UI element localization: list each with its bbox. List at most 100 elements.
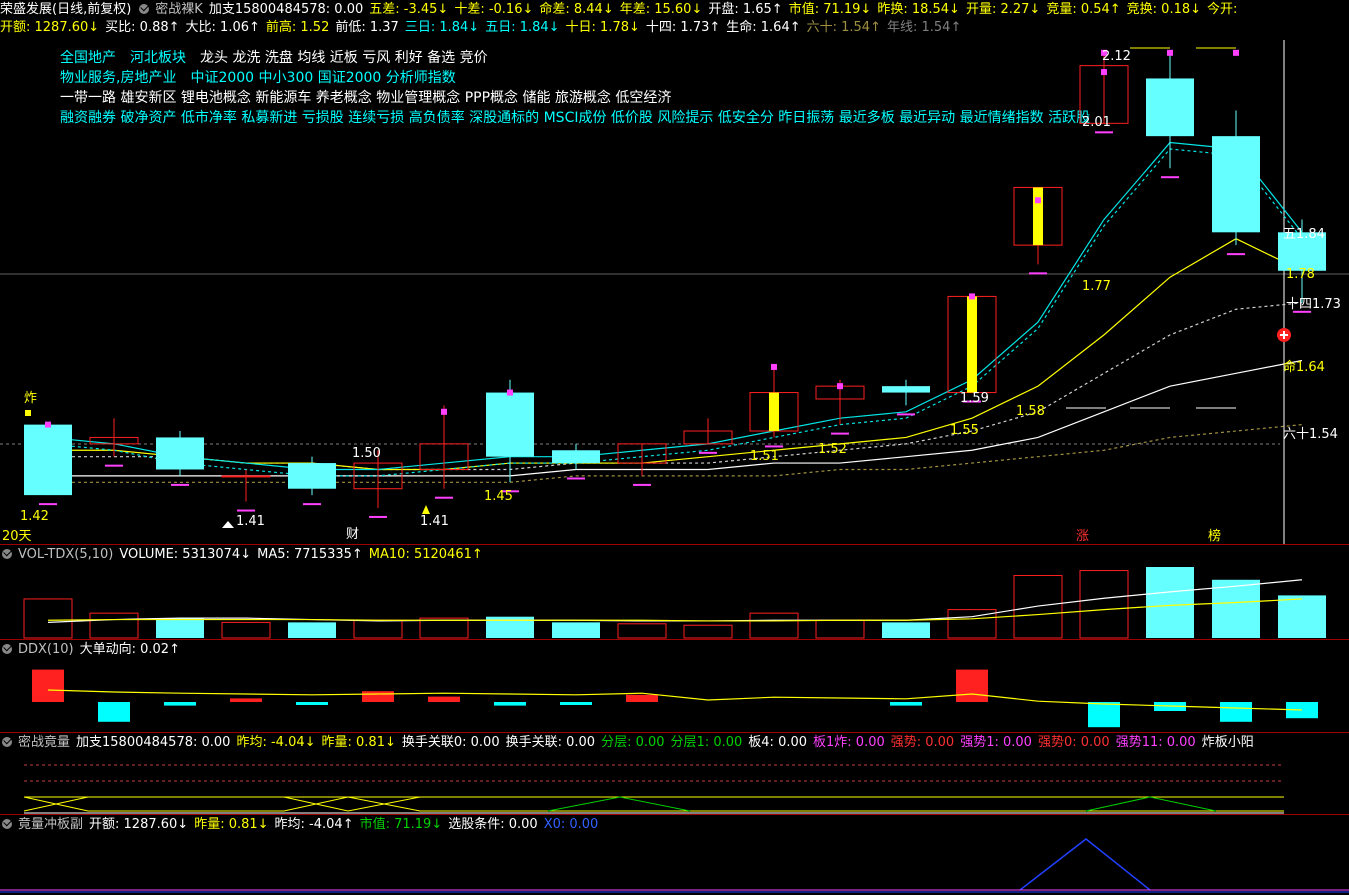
- ddx-bar: [164, 702, 196, 706]
- candle-body: [156, 437, 204, 470]
- ddx-bar: [362, 691, 394, 702]
- ddx-bar: [890, 702, 922, 706]
- chart-label: 20天: [2, 529, 32, 544]
- ddx-bar: [560, 702, 592, 705]
- candle-body: [288, 463, 336, 489]
- price-chart[interactable]: 2.12 2.01 1.77 1.78 五1.84 十四1.73 命1.64 六十1.54 1.…: [0, 0, 1349, 545]
- marker-dash: [897, 413, 915, 416]
- limit-bar: [967, 296, 977, 393]
- marker-dot: [1167, 49, 1173, 56]
- cb-blue-peak: [1019, 838, 1151, 891]
- jingliang-chart[interactable]: [0, 733, 1349, 815]
- star-icon: [422, 505, 430, 514]
- chart-label: 1.55: [950, 423, 979, 438]
- chart-label: 1.59: [960, 391, 989, 406]
- candle-body: [552, 450, 600, 464]
- chart-label: 命1.64: [1283, 359, 1325, 375]
- volume-bar: [683, 624, 733, 639]
- vol-ma5-line: [47, 579, 1303, 623]
- volume-bar: [353, 619, 403, 639]
- ddx-bar: [296, 702, 328, 705]
- ddx-bar: [428, 696, 460, 702]
- ddx-chart[interactable]: [0, 640, 1349, 732]
- volume-bar: [1212, 579, 1260, 638]
- ddx-bar: [494, 702, 526, 706]
- marker-dot: [837, 383, 843, 390]
- marker-dot: [771, 363, 777, 370]
- ddx-bar: [98, 702, 130, 722]
- ddx-bar: [230, 698, 262, 702]
- volume-bar: [221, 621, 271, 639]
- candle-body: [1212, 136, 1260, 233]
- marker-dash: [171, 483, 189, 486]
- marker-dot: [1101, 69, 1107, 76]
- marker-dot: [1035, 197, 1041, 204]
- ma10-line: [48, 238, 1303, 471]
- marker-dash: [237, 509, 255, 512]
- volume-bar: [89, 612, 139, 639]
- marker-dot: [969, 293, 975, 300]
- chart-label: 1.45: [484, 489, 513, 504]
- ddx-bar: [32, 669, 64, 702]
- marker-dot: [25, 410, 31, 416]
- chart-label: 涨: [1076, 529, 1089, 544]
- ma5-dash-line: [47, 148, 1303, 477]
- volume-bar: [815, 619, 865, 639]
- chart-label: 1.41: [236, 514, 265, 529]
- ma5-line: [47, 141, 1303, 471]
- marker-dash: [699, 451, 717, 454]
- volume-bar: [617, 623, 667, 639]
- ma20-line: [48, 359, 1303, 477]
- candle-body: [882, 386, 930, 393]
- marker-dash: [1227, 253, 1245, 256]
- marker-dot: [507, 389, 513, 396]
- volume-bar: [419, 617, 469, 639]
- chart-label: 2.12: [1102, 49, 1131, 64]
- chart-label: 财: [346, 527, 359, 542]
- marker-dot: [1233, 49, 1239, 56]
- marker-dash: [105, 464, 123, 467]
- chart-label: 榜: [1208, 528, 1221, 544]
- limit-bar: [769, 392, 779, 432]
- ddx-bar: [956, 669, 988, 702]
- ddx-bar: [626, 694, 658, 702]
- volume-bar: [156, 618, 204, 638]
- chongban-chart[interactable]: [0, 815, 1349, 895]
- limit-bar: [1033, 187, 1043, 246]
- chart-label: 1.78: [1286, 267, 1315, 282]
- volume-chart[interactable]: [0, 545, 1349, 640]
- chart-label: 1.51: [750, 449, 779, 464]
- marker-dash: [369, 515, 387, 518]
- candle-body: [24, 424, 72, 496]
- volume-bar: [1146, 567, 1194, 638]
- ddx-bar: [1220, 702, 1252, 722]
- marker-dash: [1029, 272, 1047, 275]
- volume-bar: [749, 612, 799, 639]
- marker-dot: [45, 421, 51, 428]
- ddx-bar: [1088, 702, 1120, 728]
- chart-label: 六十1.54: [1283, 427, 1338, 442]
- chart-label: 2.01: [1082, 115, 1111, 130]
- candle-body: [1146, 78, 1194, 137]
- chart-label: 十四1.73: [1286, 297, 1341, 312]
- marker-dash: [1161, 176, 1179, 179]
- marker-dash: [765, 445, 783, 448]
- marker-dash: [633, 483, 651, 486]
- volume-bar: [1278, 595, 1326, 638]
- marker-dash: [831, 432, 849, 435]
- marker-dash: [567, 477, 585, 480]
- volume-bar: [1013, 575, 1063, 639]
- jl-green-zigzag: [547, 796, 691, 812]
- volume-bar: [23, 598, 73, 639]
- volume-bar: [288, 622, 336, 638]
- chart-label: 1.52: [818, 442, 847, 457]
- chart-label: 炸: [24, 391, 37, 406]
- volume-bar: [1079, 570, 1129, 639]
- chart-label: 1.42: [20, 509, 49, 524]
- marker-dash: [1095, 131, 1113, 134]
- chart-label: 1.58: [1016, 404, 1045, 419]
- up-arrow-icon: [222, 521, 234, 528]
- candle-body: [221, 475, 271, 478]
- marker-dash: [39, 503, 57, 506]
- chart-label: 1.50: [352, 446, 381, 461]
